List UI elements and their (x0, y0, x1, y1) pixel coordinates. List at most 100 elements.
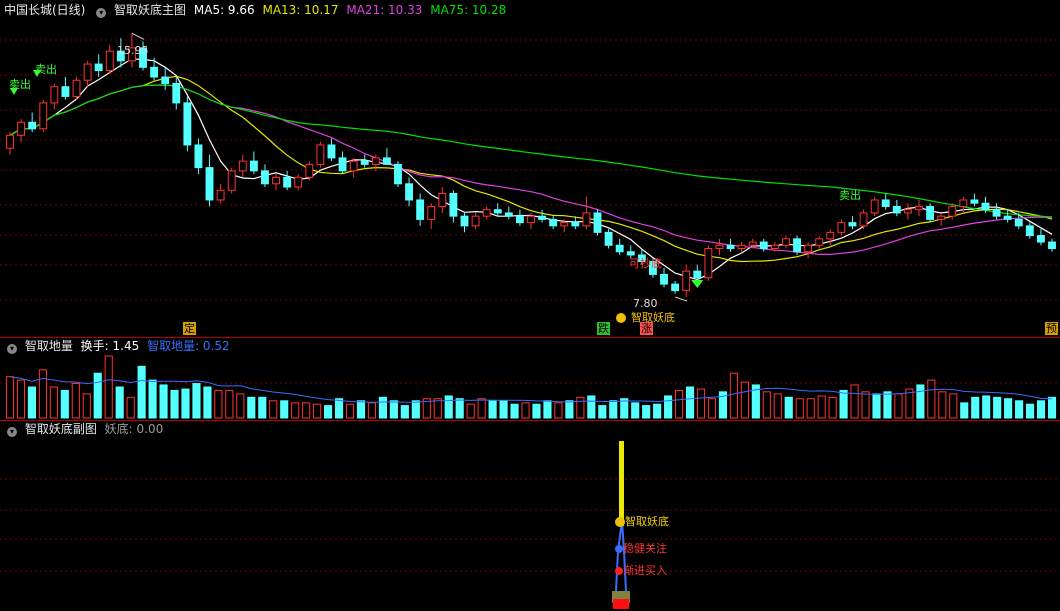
ma75-line (9, 84, 1053, 218)
candle-body (416, 199, 425, 220)
volume-bar (104, 355, 113, 419)
volume-pane[interactable]: ▾ 智取地量 换手: 1.45 智取地量: 0.52 (0, 338, 1060, 420)
volume-bar (5, 376, 15, 419)
candle-body (338, 157, 347, 172)
candle-body (371, 157, 380, 165)
volume-bar (1047, 396, 1057, 419)
candle-body (1003, 215, 1012, 220)
ma13-line (9, 75, 1053, 263)
candle-body (593, 212, 602, 233)
volume-bar (795, 398, 804, 419)
candle-body (671, 283, 680, 292)
main-indicator-name[interactable]: 智取妖底主图 (114, 3, 186, 17)
volume-bar (324, 405, 333, 419)
signal-yellow-spike (619, 441, 624, 526)
volume-bar (982, 395, 991, 419)
candlestick-chart[interactable] (0, 0, 1060, 338)
volume-header: ▾ 智取地量 换手: 1.45 智取地量: 0.52 (4, 338, 234, 354)
volume-bar (685, 386, 695, 419)
volume-bar (49, 386, 58, 419)
candle-body (83, 63, 92, 81)
yu-tag: 预 (1045, 322, 1058, 335)
volume-bar (609, 400, 618, 419)
volume-bar (817, 395, 826, 419)
volume-bar (236, 393, 245, 419)
volume-bar (466, 403, 475, 419)
candle-body (538, 215, 547, 220)
volume-bar (258, 396, 267, 419)
candle-body (848, 222, 857, 227)
sub-chart-pane[interactable]: ▾ 智取妖底副图 妖底: 0.00 智取妖底 稳健关注 渐进买入 (0, 421, 1060, 611)
buy-signal-label: 可抄底 (629, 257, 662, 270)
candle-body (770, 244, 779, 250)
volume-bar (302, 402, 311, 419)
volume-bar (115, 386, 124, 419)
volume-bar (828, 396, 837, 419)
candle-body (205, 167, 214, 201)
candle-body (172, 82, 181, 104)
volume-bar (269, 400, 278, 419)
volume-bar (38, 369, 47, 419)
dl-readout: 智取地量: 0.52 (147, 339, 230, 353)
volume-bar (631, 402, 640, 419)
candle-body (216, 189, 225, 201)
volume-bar (850, 384, 859, 419)
settings-icon[interactable]: ▾ (7, 344, 17, 354)
volume-bar (488, 400, 497, 419)
candle-body (870, 199, 879, 214)
candle-body (881, 199, 890, 207)
volume-bar (510, 403, 519, 419)
settings-icon[interactable]: ▾ (7, 427, 17, 437)
die-tag: 跌 (597, 322, 610, 335)
volume-bar (477, 398, 486, 419)
sell-signal-2: 卖出 (35, 63, 57, 76)
candle-body (238, 160, 247, 172)
volume-bar (334, 398, 344, 419)
candle-body (61, 86, 70, 97)
volume-bar (181, 388, 190, 419)
sub-chart[interactable] (0, 421, 1060, 611)
volume-bar (411, 400, 420, 419)
candle-body (959, 199, 968, 207)
candle-body (39, 102, 48, 130)
ma13-readout: MA13: 10.17 (262, 3, 339, 17)
candle-body (837, 222, 846, 233)
candle-body (981, 202, 990, 211)
volume-bar (367, 402, 377, 419)
candle-body (316, 144, 325, 165)
candle-body (394, 163, 402, 185)
candle-body (737, 244, 746, 250)
candle-body (815, 238, 824, 246)
candle-body (360, 160, 369, 165)
yaodi-readout: 妖底: 0.00 (104, 422, 164, 436)
candle-body (682, 270, 691, 292)
volume-bar (872, 393, 881, 419)
sub-indicator-name[interactable]: 智取妖底副图 (25, 422, 97, 436)
volume-bar (148, 379, 157, 419)
main-chart-header: 中国长城(日线) ▾ 智取妖底主图 MA5: 9.66 MA13: 10.17 … (4, 2, 510, 18)
volume-bar (378, 396, 387, 419)
volume-bar (576, 396, 585, 419)
volume-bar (1025, 403, 1035, 419)
signal-red-bar (613, 599, 629, 609)
volume-bar (499, 400, 508, 419)
candle-body (892, 205, 901, 214)
volume-bar (773, 393, 782, 419)
candle-body (272, 176, 280, 185)
candle-body (582, 212, 591, 227)
volume-indicator-name[interactable]: 智取地量 (25, 339, 73, 353)
zhang-tag: 涨 (640, 322, 653, 335)
buy-arrow-icon (691, 280, 704, 288)
volume-bar (993, 396, 1002, 419)
settings-icon[interactable]: ▾ (96, 8, 107, 18)
volume-bar (543, 400, 552, 419)
main-chart-pane[interactable]: 中国长城(日线) ▾ 智取妖底主图 MA5: 9.66 MA13: 10.17 … (0, 0, 1060, 338)
sub-buy-label: 渐进买入 (623, 564, 667, 577)
candle-body (183, 102, 192, 146)
candle-body (926, 205, 935, 220)
candle-body (1025, 225, 1034, 237)
candle-body (793, 238, 801, 253)
candle-body (748, 241, 757, 246)
candle-body (826, 231, 835, 240)
ma75-readout: MA75: 10.28 (430, 3, 507, 17)
